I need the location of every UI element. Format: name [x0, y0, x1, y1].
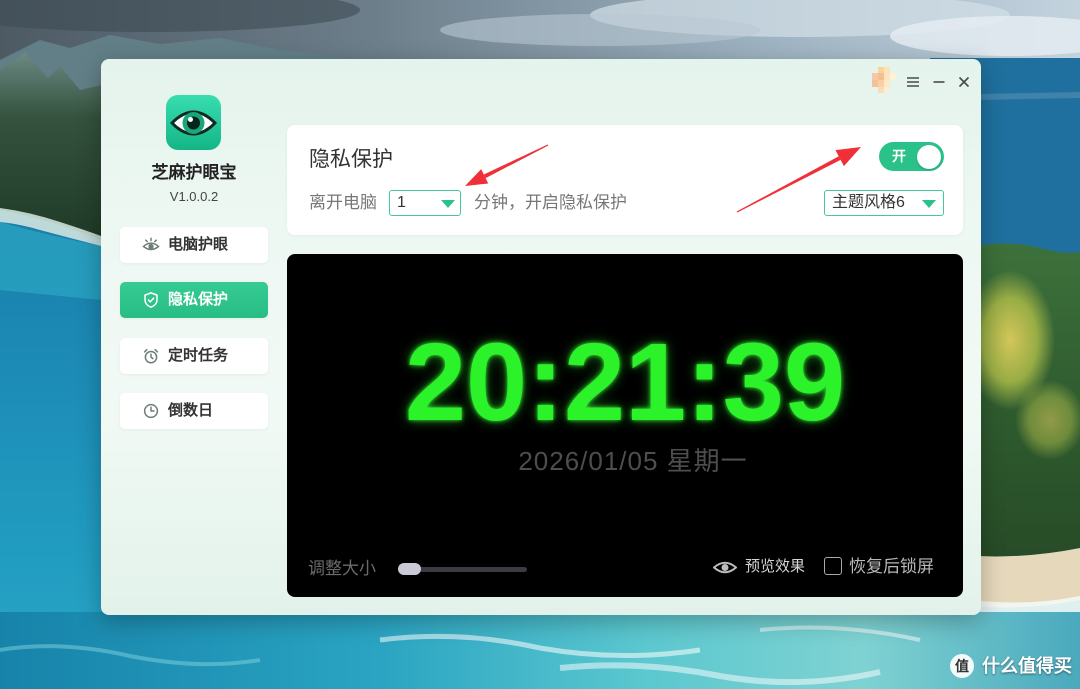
user-avatar-icon[interactable]: [872, 67, 896, 93]
lock-after-restore-label[interactable]: 恢复后锁屏: [849, 556, 934, 578]
minimize-icon[interactable]: [931, 74, 947, 90]
app-version: V1.0.0.2: [169, 189, 219, 204]
clock-icon: [143, 403, 159, 419]
close-icon[interactable]: [956, 74, 972, 90]
clock-time: 20:21:39: [404, 321, 846, 444]
sidebar-item-eye-care[interactable]: 电脑护眼: [120, 227, 268, 263]
theme-select[interactable]: 主题风格6: [824, 190, 944, 216]
privacy-settings-card: 隐私保护 开 离开电脑 1 分钟，开启隐私保护 主题风格6: [287, 125, 963, 235]
toggle-knob: [917, 144, 941, 169]
minutes-select-value: 1: [397, 194, 406, 211]
clock-date: 2026/01/05 星期一: [518, 446, 748, 476]
app-window: 芝麻护眼宝 V1.0.0.2 电脑护眼 隐私保护 定时任务 倒数日 隐私保护 开…: [101, 59, 981, 615]
toggle-label: 开: [892, 148, 906, 164]
size-slider[interactable]: [398, 563, 527, 575]
sidebar-item-scheduled-tasks[interactable]: 定时任务: [120, 338, 268, 374]
chevron-down-icon: [441, 200, 455, 208]
preview-button[interactable]: 预览效果: [745, 556, 805, 578]
theme-select-value: 主题风格6: [832, 194, 905, 211]
eye-icon: [142, 237, 160, 251]
sidebar-item-label: 定时任务: [168, 347, 229, 364]
size-label: 调整大小: [308, 559, 376, 578]
eye-logo-icon: [166, 95, 221, 150]
shield-icon: [144, 292, 158, 308]
sidebar-item-countdown[interactable]: 倒数日: [120, 393, 268, 429]
eye-icon[interactable]: [713, 560, 737, 575]
leave-computer-label: 离开电脑: [309, 193, 377, 212]
chevron-down-icon: [922, 200, 936, 208]
alarm-clock-icon: [143, 348, 159, 364]
minutes-suffix-label: 分钟，开启隐私保护: [474, 193, 627, 212]
sidebar-item-privacy[interactable]: 隐私保护: [120, 282, 268, 318]
size-slider-thumb[interactable]: [398, 563, 421, 575]
sidebar-item-label: 倒数日: [168, 402, 214, 419]
page-title: 隐私保护: [309, 148, 393, 171]
lock-screen-preview: 20:21:39 2026/01/05 星期一 调整大小 预览效果 恢复后锁屏: [287, 254, 963, 597]
menu-icon[interactable]: [905, 74, 921, 90]
lock-checkbox[interactable]: [824, 557, 842, 575]
sidebar-item-label: 电脑护眼: [168, 236, 229, 253]
app-name: 芝麻护眼宝: [151, 163, 237, 182]
watermark-logo: 值: [950, 654, 974, 678]
privacy-toggle[interactable]: 开: [879, 142, 944, 171]
sidebar-item-label: 隐私保护: [168, 291, 229, 308]
watermark-text: 什么值得买: [982, 656, 1072, 676]
minutes-select[interactable]: 1: [389, 190, 461, 216]
